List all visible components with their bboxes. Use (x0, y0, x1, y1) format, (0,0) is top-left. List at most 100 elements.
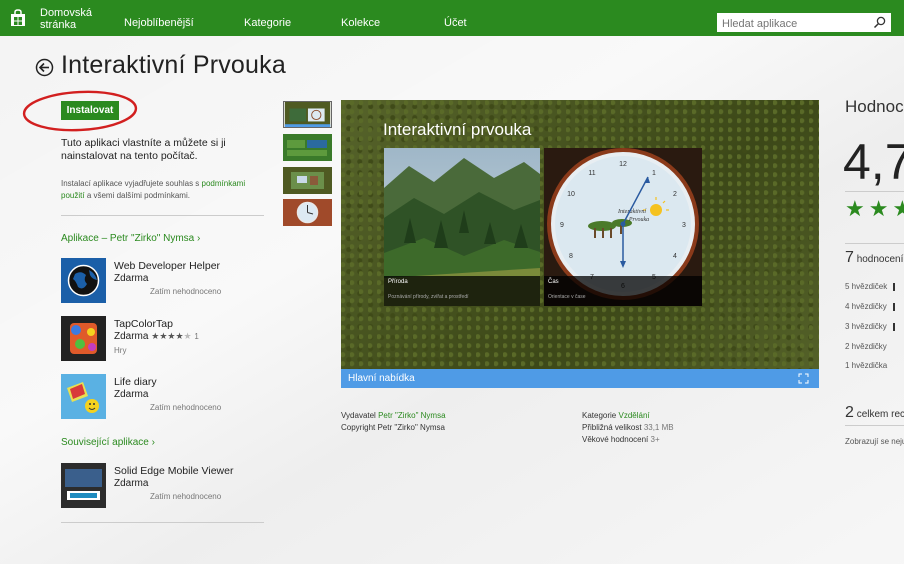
reviews-total: 2 celkem recenzí (845, 404, 904, 422)
divider (845, 191, 904, 192)
app-rating-count: 1 (194, 332, 199, 341)
age-label: Věkové hodnocení (582, 435, 649, 444)
svg-text:12: 12 (619, 161, 627, 168)
list-item[interactable]: Web Developer Helper Zdarma Zatím nehodn… (61, 258, 266, 306)
tile-caption: Čas Orientace v čase (544, 276, 702, 306)
search-box (717, 13, 891, 33)
app-rating: Zatím nehodnoceno (150, 403, 222, 412)
star-empty-icon: ★ (183, 331, 192, 341)
screenshot-thumb-4[interactable] (283, 199, 332, 226)
average-stars: ★★★★★ (845, 196, 904, 221)
nav-categories[interactable]: Kategorie (244, 17, 291, 29)
search-icon[interactable] (873, 16, 886, 29)
age-value: 3+ (650, 435, 660, 444)
publisher-link[interactable]: Petr "Zirko" Nymsa (378, 411, 445, 420)
app-price-label: Zdarma (114, 331, 149, 342)
divider (845, 243, 904, 244)
app-price: Zdarma ★★★★★ 1 (114, 331, 199, 342)
app-name: Web Developer Helper (114, 260, 221, 272)
rating-breakdown-1: 1 hvězdička (845, 361, 888, 370)
nav-popular[interactable]: Nejoblíbenější (124, 17, 194, 29)
screenshot-thumb-3[interactable] (283, 167, 332, 194)
size-value: 33,1 MB (643, 423, 674, 432)
app-name: Life diary (114, 376, 157, 388)
rating-breakdown-4: 4 hvězdičky (845, 302, 895, 311)
install-description: Tuto aplikaci vlastníte a můžete si ji n… (61, 137, 226, 162)
clock-logo-line2: Prvouka (628, 217, 649, 223)
rating-breakdown-2: 2 hvězdičky (845, 342, 887, 351)
terms-prefix: Instalací aplikace vyjadřujete souhlas s (61, 179, 200, 188)
svg-text:4: 4 (673, 253, 677, 260)
category-label: Kategorie (582, 411, 617, 420)
svg-text:9: 9 (560, 222, 564, 229)
search-input[interactable] (718, 15, 868, 33)
nav-home[interactable]: Domovská stránka (40, 7, 100, 31)
svg-text:10: 10 (567, 191, 575, 198)
screenshot-title: Interaktivní prvouka (383, 120, 532, 139)
publisher-info: Vydavatel Petr "Zirko" Nymsa Copyright P… (341, 410, 446, 434)
ratings-heading: Hodnocení (845, 97, 904, 116)
tile-nature: Příroda Poznávání přírody, zvířat a pros… (384, 148, 540, 306)
tile-nature-sublabel: Poznávání přírody, zvířat a prostředí (388, 294, 469, 300)
tile-time: 1212 345 678 91011 Interaktivní Prvouka (544, 148, 702, 306)
expand-icon[interactable] (798, 373, 809, 384)
app-rating: Zatím nehodnoceno (150, 492, 222, 501)
tile-time-label: Čas (548, 279, 559, 285)
divider (61, 215, 264, 216)
nav-account[interactable]: Účet (444, 17, 467, 29)
related-apps-link[interactable]: Související aplikace › (61, 437, 155, 448)
app-name: TapColorTap (114, 318, 173, 330)
publisher-label: Vydavatel (341, 411, 376, 420)
app-star-rating: ★★★★★ (151, 331, 191, 341)
svg-text:3: 3 (682, 222, 686, 229)
size-label: Přibližná velikost (582, 423, 642, 432)
tile-nature-label: Příroda (388, 279, 408, 285)
list-item[interactable]: Life diary Zdarma Zatím nehodnoceno (61, 374, 266, 422)
list-item[interactable]: TapColorTap Zdarma ★★★★★ 1 Hry (61, 316, 266, 364)
back-arrow-icon[interactable] (35, 58, 54, 77)
screenshot-thumb-1[interactable] (283, 101, 332, 128)
app-price: Zdarma (114, 478, 149, 489)
screenshot-bar-label: Hlavní nabídka (348, 373, 415, 384)
app-category: Hry (114, 346, 127, 355)
star-icon: ★ (175, 331, 184, 341)
divider (61, 522, 264, 523)
screenshot-bottom-bar: Hlavní nabídka (341, 369, 819, 388)
list-item[interactable]: Solid Edge Mobile Viewer Zdarma Zatím ne… (61, 463, 266, 511)
globe-icon (61, 258, 106, 303)
category-link[interactable]: Vzdělání (618, 411, 649, 420)
solid-edge-icon (61, 463, 106, 508)
app-price: Zdarma (114, 389, 149, 400)
app-name: Solid Edge Mobile Viewer (114, 465, 234, 477)
nav-collections[interactable]: Kolekce (341, 17, 380, 29)
app-rating: Zatím nehodnoceno (150, 287, 222, 296)
svg-text:2: 2 (673, 191, 677, 198)
reviews-label: celkem recenzí (856, 409, 904, 420)
average-rating: 4,7 (843, 134, 904, 190)
publisher-apps-link[interactable]: Aplikace – Petr "Zirko" Nymsa › (61, 233, 200, 244)
terms-suffix: a všemi dalšími podmínkami. (86, 191, 190, 200)
rating-breakdown-3: 3 hvězdičky (845, 322, 895, 331)
screenshot-thumb-2[interactable] (283, 134, 332, 161)
svg-text:1: 1 (652, 170, 656, 177)
tile-caption: Příroda Poznávání přírody, zvířat a pros… (384, 276, 540, 306)
ratings-panel: Hodnocení 4,7 ★★★★★ 7 hodnocení 5 hvězdi… (838, 40, 904, 564)
rating-breakdown-5: 5 hvězdiček (845, 282, 896, 291)
copyright: Copyright Petr "Zirko" Nymsa (341, 423, 445, 432)
app-price: Zdarma (114, 273, 149, 284)
main-screenshot[interactable]: Interaktivní prvouka Příroda Poznávání p… (341, 100, 819, 388)
rating-count-number: 7 (845, 249, 854, 266)
install-button[interactable]: Instalovat (61, 101, 119, 120)
life-diary-icon (61, 374, 106, 419)
reviews-sort: Zobrazují se nejužitečnější (845, 437, 904, 446)
clock-logo-line1: Interaktivní (617, 209, 647, 215)
tapcolortap-icon (61, 316, 106, 361)
rating-count: 7 hodnocení (845, 249, 903, 267)
store-icon[interactable] (9, 9, 27, 27)
tile-time-sublabel: Orientace v čase (548, 294, 586, 300)
rating-count-label: hodnocení (856, 254, 904, 265)
divider (845, 425, 904, 426)
page-title: Interaktivní Prvouka (61, 51, 286, 79)
svg-text:11: 11 (588, 170, 595, 177)
install-terms: Instalací aplikace vyjadřujete souhlas s… (61, 178, 266, 202)
